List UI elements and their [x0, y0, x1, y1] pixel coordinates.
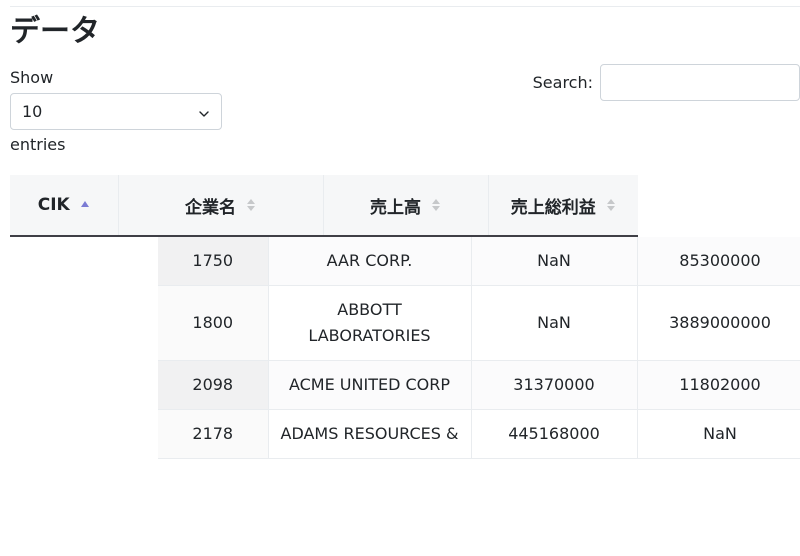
table-row[interactable]: 1750 AAR CORP. NaN 85300000 [158, 237, 800, 286]
column-header-gross-profit-inner: 売上総利益 [499, 193, 629, 218]
column-header-company-name-label: 企業名 [185, 197, 236, 218]
table-row[interactable]: 1800 ABBOTT LABORATORIES NaN 3889000000 [158, 285, 800, 361]
search-label: Search: [532, 72, 593, 92]
column-header-revenue[interactable]: 売上高 [323, 175, 489, 237]
cell-revenue: 31370000 [471, 360, 638, 410]
table-row[interactable]: 2098 ACME UNITED CORP 31370000 11802000 [158, 360, 800, 410]
column-header-company-name[interactable]: 企業名 [118, 175, 324, 237]
header-row: CIK 企業名 売上高 売上総利益 [10, 175, 638, 237]
length-select-wrapper: 10 25 50 100 [10, 93, 222, 130]
cell-revenue: 445168000 [471, 409, 638, 459]
search-control: Search: [533, 64, 800, 101]
table-body: 1750 AAR CORP. NaN 85300000 1800 ABBOTT … [158, 237, 800, 459]
sort-both-icon [246, 197, 256, 213]
sort-both-icon [606, 197, 616, 213]
page-title: データ [10, 14, 100, 49]
cell-cik: 1750 [158, 237, 269, 286]
cell-cik: 2178 [158, 409, 269, 459]
sort-both-icon [431, 197, 441, 213]
cell-revenue: NaN [471, 237, 638, 286]
table-row[interactable]: 2178 ADAMS RESOURCES & 445168000 NaN [158, 409, 800, 459]
column-header-cik-label: CIK [37, 195, 70, 215]
column-header-cik[interactable]: CIK [10, 175, 119, 237]
cell-company-name: ACME UNITED CORP [268, 360, 472, 410]
top-divider [10, 6, 800, 7]
column-header-revenue-inner: 売上高 [334, 193, 478, 218]
cell-company-name: ABBOTT LABORATORIES [268, 285, 472, 361]
sort-ascending-icon [80, 197, 90, 213]
cell-company-name: ADAMS RESOURCES & [268, 409, 472, 459]
cell-gross-profit: 3889000000 [637, 285, 800, 361]
cell-gross-profit: 11802000 [637, 360, 800, 410]
cell-cik: 1800 [158, 285, 269, 361]
column-header-company-name-inner: 企業名 [129, 193, 313, 218]
cell-revenue: NaN [471, 285, 638, 361]
entries-per-page-select[interactable]: 10 25 50 100 [10, 93, 222, 130]
cell-company-name: AAR CORP. [268, 237, 472, 286]
column-header-cik-inner: CIK [20, 195, 108, 215]
column-header-revenue-label: 売上高 [370, 197, 421, 218]
table-header-scroller: CIK 企業名 売上高 売上総利益 [10, 175, 800, 237]
datatable-page: データ Show 10 25 50 100 entries Search: [0, 0, 800, 556]
column-header-gross-profit-label: 売上総利益 [510, 197, 596, 218]
length-show-label: Show [10, 68, 54, 87]
length-control: Show 10 25 50 100 entries [10, 66, 310, 157]
cell-gross-profit: NaN [637, 409, 800, 459]
cell-cik: 2098 [158, 360, 269, 410]
search-input[interactable] [600, 64, 800, 101]
length-entries-label: entries [10, 135, 66, 154]
data-table-header: CIK 企業名 売上高 売上総利益 [10, 175, 638, 237]
data-table-body: 1750 AAR CORP. NaN 85300000 1800 ABBOTT … [158, 237, 800, 459]
column-header-gross-profit[interactable]: 売上総利益 [488, 175, 638, 237]
table-head: CIK 企業名 売上高 売上総利益 [10, 175, 638, 237]
cell-gross-profit: 85300000 [637, 237, 800, 286]
table-body-scroller[interactable]: 1750 AAR CORP. NaN 85300000 1800 ABBOTT … [10, 237, 800, 556]
